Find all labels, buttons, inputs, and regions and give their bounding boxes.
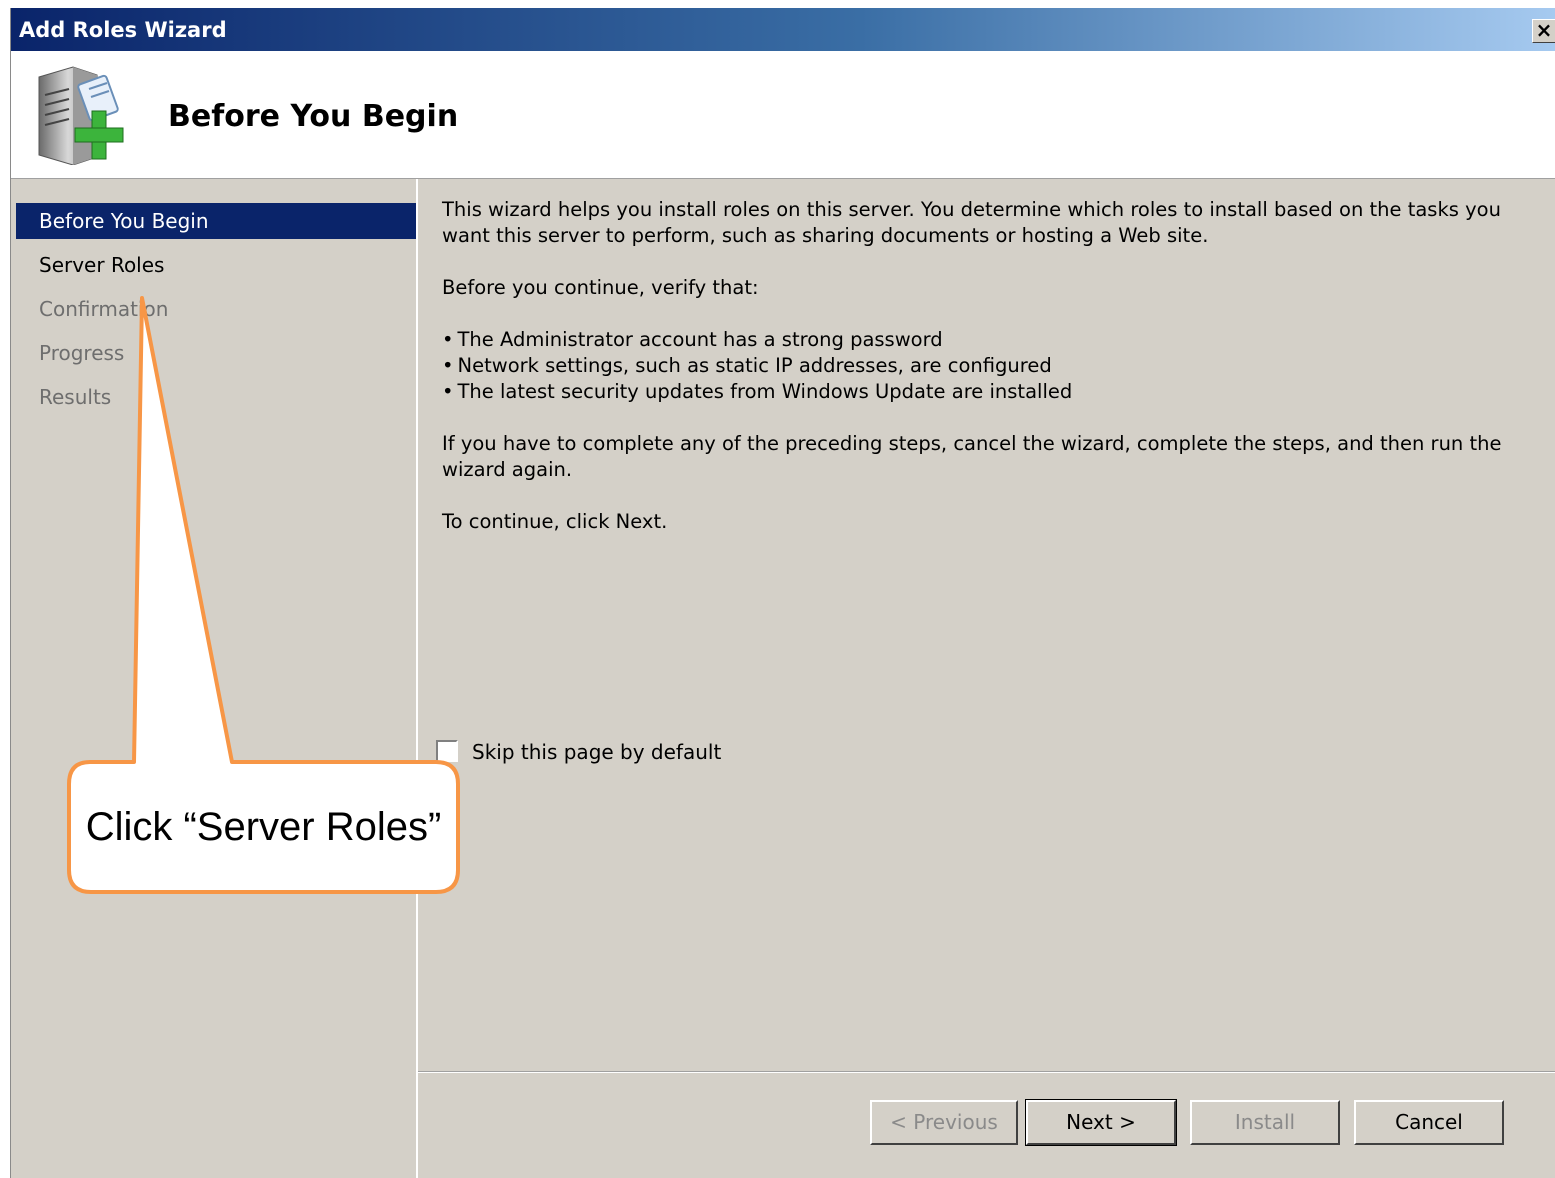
list-item: The latest security updates from Windows… [442, 379, 1073, 405]
wizard-window: Add Roles Wizard × Before You Begin Befo… [10, 8, 1555, 1178]
nav-item-results: Results [39, 385, 112, 409]
cancel-button[interactable]: Cancel [1354, 1100, 1504, 1145]
prerequisite-list: The Administrator account has a strong p… [442, 327, 1073, 405]
close-icon: × [1535, 18, 1553, 42]
previous-button[interactable]: < Previous [870, 1100, 1018, 1145]
nav-item-before-you-begin[interactable]: Before You Begin [16, 203, 416, 239]
close-button[interactable]: × [1532, 19, 1555, 43]
title-bar[interactable]: Add Roles Wizard × [11, 8, 1555, 51]
skip-page-label[interactable]: Skip this page by default [472, 740, 721, 764]
page-title: Before You Begin [168, 99, 459, 134]
nav-item-server-roles[interactable]: Server Roles [16, 247, 416, 283]
wizard-header: Before You Begin [11, 51, 1555, 179]
callout-label: Click “Server Roles” [85, 805, 442, 849]
install-button[interactable]: Install [1190, 1100, 1340, 1145]
nav-item-progress: Progress [39, 341, 125, 365]
server-add-icon [38, 66, 124, 165]
skip-page-checkbox[interactable] [436, 740, 458, 762]
continue-text: To continue, click Next. [442, 510, 668, 533]
verify-heading: Before you continue, verify that: [442, 276, 759, 299]
intro-text: This wizard helps you install roles on t… [442, 198, 1501, 247]
nav-item-confirmation: Confirmation [39, 297, 169, 321]
button-separator [418, 1071, 1555, 1073]
next-button[interactable]: Next > [1025, 1099, 1177, 1146]
preceding-steps-text: If you have to complete any of the prece… [442, 432, 1502, 481]
window-title: Add Roles Wizard [19, 18, 227, 42]
list-item: Network settings, such as static IP addr… [442, 353, 1072, 379]
wizard-steps-nav: Before You Begin Server Roles Confirmati… [11, 179, 418, 1178]
list-item: The Administrator account has a strong p… [442, 327, 1072, 353]
